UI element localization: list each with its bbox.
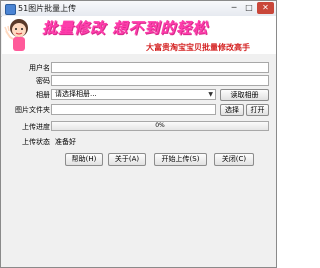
banner-headline: 批量修改 想不到的轻松 bbox=[42, 19, 209, 37]
folder-field[interactable] bbox=[51, 104, 216, 115]
status-value: 准备好 bbox=[55, 138, 76, 146]
help-button[interactable]: 帮助(H) bbox=[65, 153, 103, 166]
username-label: 用户名 bbox=[29, 64, 50, 72]
album-row: 相册 请选择相册... ▼ 读取相册 bbox=[13, 89, 269, 101]
title-bar: 51图片批量上传 ─ □ ✕ bbox=[1, 1, 276, 17]
window-title: 51图片批量上传 bbox=[18, 4, 77, 13]
progress-label: 上传进度 bbox=[22, 123, 50, 131]
album-select-value: 请选择相册... bbox=[55, 90, 97, 98]
album-label: 相册 bbox=[36, 91, 50, 99]
minimize-button[interactable]: ─ bbox=[227, 2, 241, 14]
choose-folder-button[interactable]: 选择 bbox=[220, 104, 244, 116]
promo-banner: 批量修改 想不到的轻松 大富贵淘宝宝贝批量修改高手 bbox=[2, 16, 276, 54]
maximize-button[interactable]: □ bbox=[242, 2, 256, 14]
app-window: 51图片批量上传 ─ □ ✕ 批量修改 想不到的轻松 大富贵淘宝宝贝批量修改高手… bbox=[0, 0, 277, 268]
chevron-down-icon: ▼ bbox=[208, 91, 213, 98]
album-select[interactable]: 请选择相册... ▼ bbox=[51, 89, 216, 100]
status-row: 上传状态 准备好 bbox=[13, 136, 269, 148]
start-upload-button[interactable]: 开始上传(S) bbox=[154, 153, 207, 166]
password-label: 密码 bbox=[36, 77, 50, 85]
read-album-button[interactable]: 读取相册 bbox=[220, 89, 269, 101]
status-label: 上传状态 bbox=[22, 138, 50, 146]
banner-subline: 大富贵淘宝宝贝批量修改高手 bbox=[146, 43, 250, 52]
progress-text: 0% bbox=[155, 122, 165, 129]
progress-row: 上传进度 0% bbox=[13, 121, 269, 133]
folder-label: 图片文件夹 bbox=[15, 106, 50, 114]
close-window-button[interactable]: ✕ bbox=[257, 2, 274, 14]
mascot-image bbox=[4, 19, 28, 51]
app-icon bbox=[5, 4, 16, 15]
open-folder-button[interactable]: 打开 bbox=[246, 104, 269, 116]
close-button[interactable]: 关闭(C) bbox=[214, 153, 254, 166]
about-button[interactable]: 关于(A) bbox=[108, 153, 146, 166]
username-field[interactable] bbox=[51, 62, 269, 73]
password-field[interactable] bbox=[51, 75, 269, 86]
username-row: 用户名 bbox=[13, 62, 269, 74]
password-row: 密码 bbox=[13, 75, 269, 87]
upload-progress-bar: 0% bbox=[51, 121, 269, 131]
folder-row: 图片文件夹 选择 打开 bbox=[13, 104, 269, 116]
